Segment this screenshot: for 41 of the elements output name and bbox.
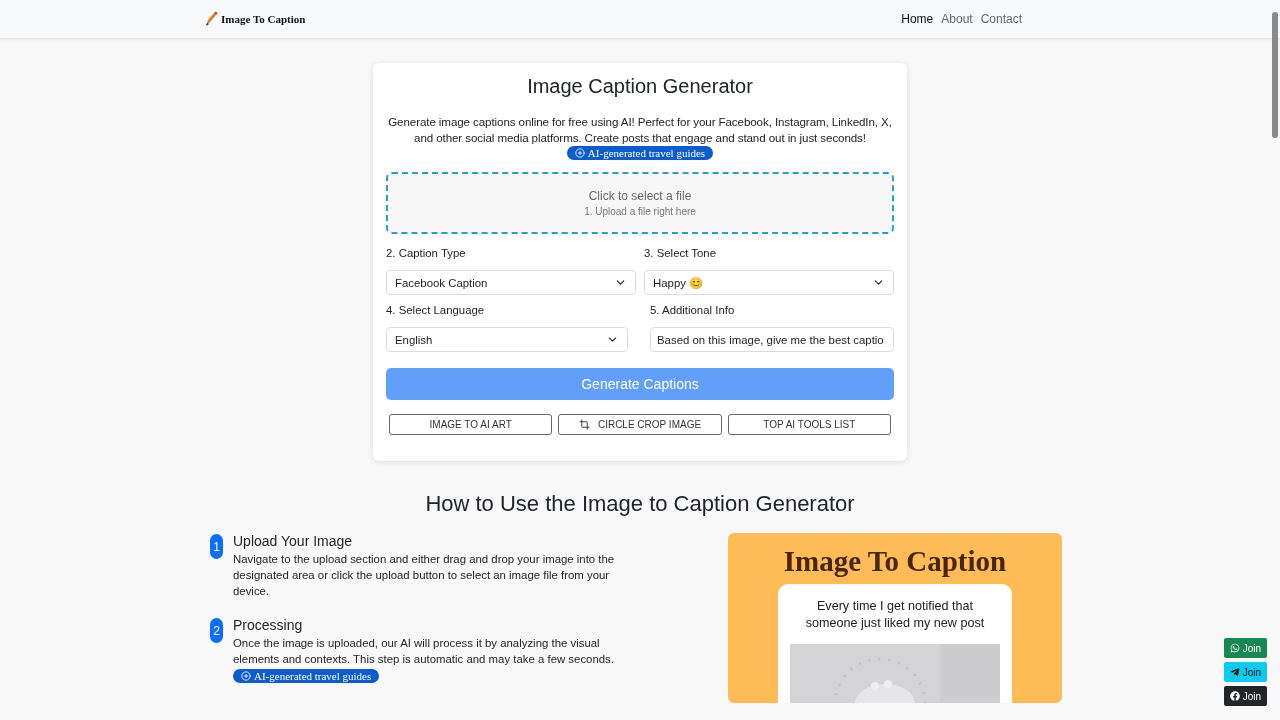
card-title: Image Caption Generator <box>527 75 753 98</box>
scrollbar[interactable] <box>1272 12 1278 138</box>
upload-dropzone[interactable]: Click to select a file 1. Upload a file right here <box>386 172 894 234</box>
pencil-icon <box>204 11 218 27</box>
promo-link[interactable]: AI-generated travel guides <box>233 669 380 683</box>
join-button[interactable]: Join <box>1223 686 1267 706</box>
step-title: Processing <box>233 617 303 633</box>
nav-link[interactable]: About <box>941 12 973 26</box>
select-field[interactable]: Facebook Caption <box>386 270 636 295</box>
upload-hint: 1. Upload a file right here <box>584 206 696 217</box>
select-field[interactable]: English <box>386 327 628 352</box>
preview-title: Image To Caption <box>783 545 1007 578</box>
join-button[interactable]: Join <box>1223 638 1267 658</box>
whatsapp-icon <box>1229 643 1240 653</box>
brand-name[interactable]: Image To Caption <box>221 13 306 25</box>
description-text: Generate image captions online for free using AI! Perfect for your Facebook, Instagram, LinkedIn, X, and other social media platforms. Create posts that engage and stand out in just seconds! <box>387 114 893 146</box>
section-heading: How to Use the Image to Caption Generator <box>425 491 855 517</box>
field-label: 4. Select Language <box>386 304 486 316</box>
plus-icon <box>241 671 251 681</box>
caption-text: Every time I get notified that someone just liked my new post <box>804 598 986 632</box>
field-label: 2. Caption Type <box>386 247 467 259</box>
step-text: Once the image is uploaded, our AI will process it by analyzing the visual elements and contexts. This step is automatic and may take a few seconds. <box>233 636 615 667</box>
step-number: 2 <box>210 618 223 643</box>
field-label: 3. Select Tone <box>644 247 717 259</box>
nav-link[interactable]: Contact <box>980 12 1022 26</box>
step-number: 1 <box>210 534 223 559</box>
step-text: Navigate to the upload section and either drag and drop your image into the designated area or click the upload button to select an image file from your device. <box>233 552 616 599</box>
upload-title: Click to select a file <box>588 189 692 203</box>
join-button[interactable]: Join <box>1223 662 1267 682</box>
tool-link-button[interactable]: CIRCLE CROP IMAGE <box>558 414 722 435</box>
nav-link[interactable]: Home <box>901 12 934 26</box>
select-field[interactable]: Happy 😊 <box>644 270 894 295</box>
tool-link-button[interactable]: IMAGE TO AI ART <box>389 414 553 435</box>
tool-link-button[interactable]: TOP AI TOOLS LIST <box>727 414 891 435</box>
step-title: Upload Your Image <box>233 533 353 549</box>
input-field[interactable]: Based on this image, give me the best captio <box>650 327 894 352</box>
facebook-icon <box>1229 691 1240 701</box>
promo-link[interactable]: AI-generated travel guides <box>566 146 714 160</box>
field-label: 5. Additional Info <box>650 304 736 316</box>
plus-icon <box>574 148 585 158</box>
telegram-icon <box>1229 667 1240 677</box>
